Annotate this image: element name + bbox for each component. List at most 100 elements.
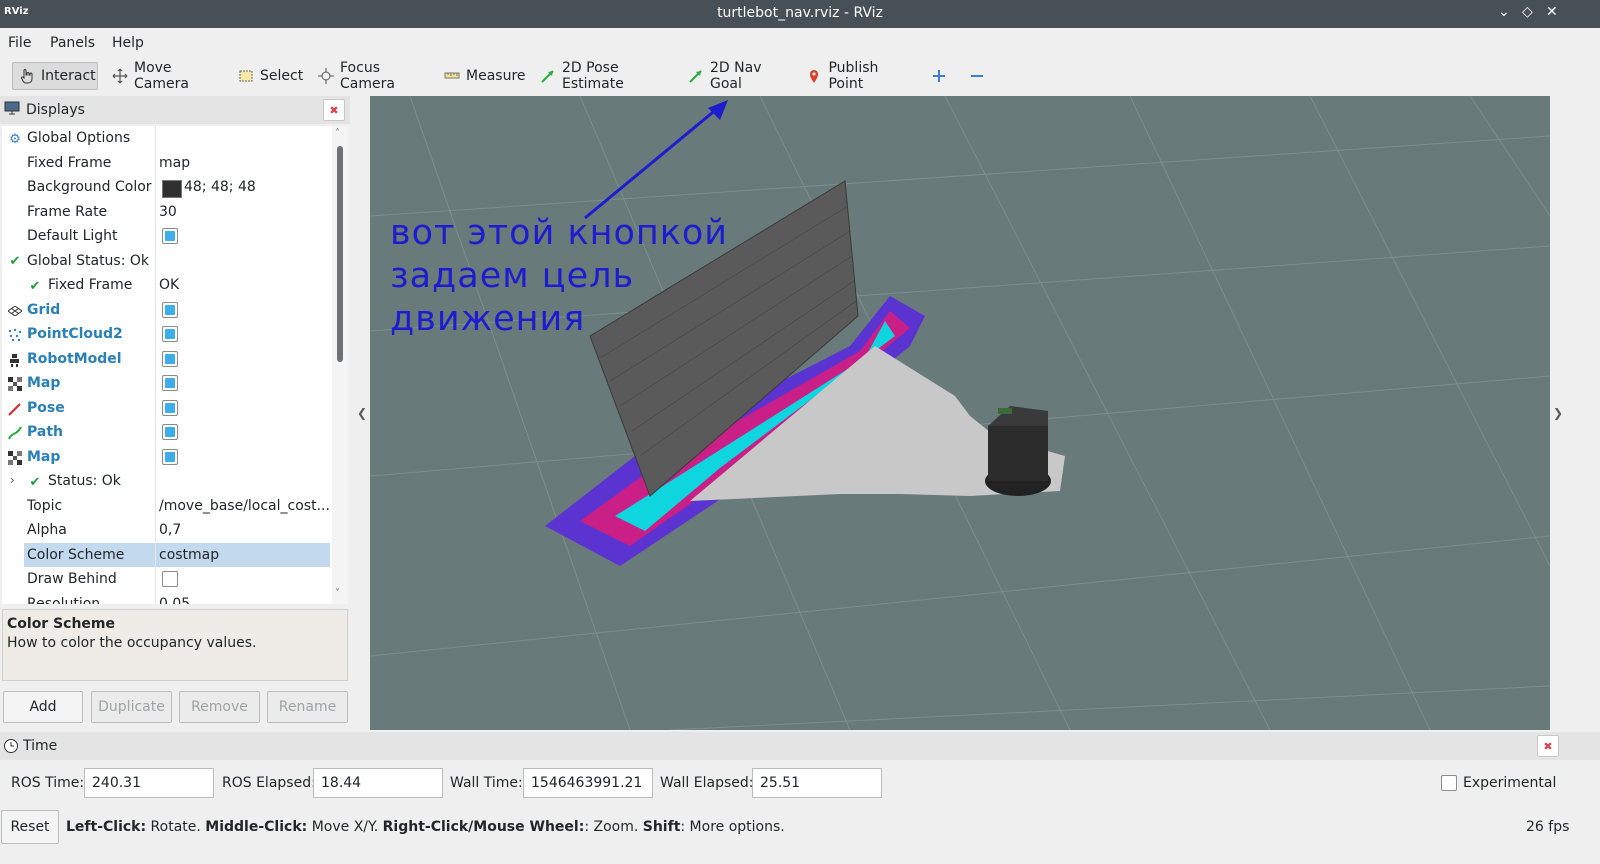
tree-row-grid[interactable]: Grid bbox=[2, 298, 332, 323]
robotmodel-checkbox[interactable] bbox=[162, 350, 178, 367]
minimize-icon[interactable]: ⌄ bbox=[1498, 4, 1510, 20]
tree-row-path[interactable]: Path bbox=[2, 420, 332, 445]
ros-elapsed-label: ROS Elapsed: bbox=[222, 775, 316, 791]
tree-row-fixed-frame[interactable]: Fixed Frame map bbox=[2, 151, 332, 176]
remove-display-button[interactable]: Remove bbox=[179, 691, 260, 723]
color-swatch[interactable] bbox=[162, 180, 182, 198]
chevron-left-icon: ❮ bbox=[356, 406, 368, 420]
maximize-icon[interactable]: ◇ bbox=[1522, 4, 1533, 20]
tree-row-map-status[interactable]: › ✔ Status: Ok bbox=[2, 469, 332, 494]
menu-file[interactable]: File bbox=[8, 35, 31, 51]
hand-pointer-icon bbox=[19, 67, 35, 85]
time-title: Time bbox=[23, 738, 58, 754]
remove-tool-button[interactable] bbox=[964, 62, 990, 90]
tree-row-map[interactable]: Map bbox=[2, 371, 332, 396]
tree-row-pointcloud2[interactable]: PointCloud2 bbox=[2, 322, 332, 347]
close-window-icon[interactable]: ✕ bbox=[1546, 4, 1558, 20]
tree-row-resolution[interactable]: Resolution 0.05 bbox=[2, 592, 332, 605]
minus-icon bbox=[970, 67, 984, 85]
render-viewport[interactable] bbox=[370, 96, 1550, 730]
chevron-up-icon[interactable]: ˄ bbox=[335, 128, 340, 139]
measure-tool-button[interactable]: Measure bbox=[438, 62, 528, 90]
pointcloud2-checkbox[interactable] bbox=[162, 326, 178, 342]
collapse-left-panel-handle[interactable]: ❮ bbox=[354, 96, 370, 730]
focus-camera-label: Focus Camera bbox=[340, 60, 395, 92]
measure-label: Measure bbox=[466, 68, 526, 84]
experimental-checkbox[interactable] bbox=[1441, 775, 1457, 791]
map-checkbox[interactable] bbox=[162, 375, 178, 391]
nav-goal-label: 2D Nav Goal bbox=[710, 60, 762, 92]
time-panel-header: Time ✖ bbox=[0, 732, 1600, 760]
map-local-checkbox[interactable] bbox=[162, 448, 178, 465]
tool-bar: Interact Move Camera Select Focus Camera… bbox=[0, 58, 1600, 94]
pointcloud-icon bbox=[7, 327, 23, 343]
2d-pose-estimate-tool-button[interactable]: 2D Pose Estimate bbox=[534, 60, 676, 92]
ros-elapsed-field[interactable]: 18.44 bbox=[313, 768, 443, 798]
wall-elapsed-field[interactable]: 25.51 bbox=[752, 768, 882, 798]
menu-bar: File Panels Help bbox=[0, 28, 1600, 58]
draw-behind-checkbox[interactable] bbox=[162, 571, 178, 587]
pose-arrow-icon bbox=[7, 401, 23, 417]
add-display-button[interactable]: Add bbox=[3, 691, 83, 723]
displays-title: Displays bbox=[26, 102, 85, 118]
default-light-checkbox[interactable] bbox=[162, 228, 178, 244]
ruler-icon bbox=[444, 67, 460, 85]
checkmark-icon: ✔ bbox=[29, 278, 41, 294]
menu-help[interactable]: Help bbox=[112, 35, 144, 51]
tree-row-color-scheme[interactable]: Color Scheme costmap bbox=[2, 542, 332, 568]
interact-tool-button[interactable]: Interact bbox=[12, 62, 98, 90]
property-help-box: Color Scheme How to color the occupancy … bbox=[2, 609, 348, 681]
clock-icon bbox=[3, 738, 19, 758]
map-icon bbox=[7, 376, 23, 392]
tree-row-default-light[interactable]: Default Light bbox=[2, 224, 332, 249]
select-tool-button[interactable]: Select bbox=[232, 62, 306, 90]
status-bar: Reset Left-Click: Rotate. Middle-Click: … bbox=[0, 806, 1600, 850]
tree-row-draw-behind[interactable]: Draw Behind bbox=[2, 567, 332, 592]
tree-row-global-status[interactable]: ✔ Global Status: Ok bbox=[2, 249, 332, 274]
chevron-right-icon: ❯ bbox=[1552, 406, 1564, 420]
close-displays-panel-button[interactable]: ✖ bbox=[323, 99, 345, 121]
wall-time-label: Wall Time: bbox=[450, 775, 523, 791]
scrollbar-thumb[interactable] bbox=[337, 146, 343, 362]
add-tool-button[interactable] bbox=[926, 62, 952, 90]
pose-estimate-arrow-icon bbox=[540, 67, 556, 85]
chevron-down-icon[interactable]: ˅ bbox=[335, 588, 340, 599]
pose-checkbox[interactable] bbox=[162, 399, 178, 416]
tree-row-background-color[interactable]: Background Color 48; 48; 48 bbox=[2, 175, 332, 200]
move-camera-icon bbox=[112, 67, 128, 85]
tree-row-map-local[interactable]: Map bbox=[2, 445, 332, 470]
tree-row-global-options[interactable]: ⚙ Global Options bbox=[2, 126, 332, 151]
close-time-panel-button[interactable]: ✖ bbox=[1537, 735, 1559, 757]
displays-panel-header: Displays bbox=[0, 96, 350, 124]
robot-icon bbox=[7, 352, 23, 368]
publish-point-tool-button[interactable]: Publish Point bbox=[800, 60, 916, 92]
wall-time-field[interactable]: 1546463991.21 bbox=[523, 768, 653, 798]
tree-row-robotmodel[interactable]: RobotModel bbox=[2, 347, 332, 372]
path-checkbox[interactable] bbox=[162, 424, 178, 440]
tree-row-alpha[interactable]: Alpha 0,7 bbox=[2, 518, 332, 543]
gear-icon: ⚙ bbox=[9, 131, 21, 147]
tree-row-status-fixed-frame[interactable]: ✔ Fixed Frame OK bbox=[2, 273, 332, 298]
displays-scrollbar[interactable]: ˄ ˅ bbox=[332, 126, 348, 604]
checkmark-icon: ✔ bbox=[29, 474, 41, 490]
tree-row-topic[interactable]: Topic /move_base/local_cost... bbox=[2, 494, 332, 519]
tree-row-frame-rate[interactable]: Frame Rate 30 bbox=[2, 200, 332, 225]
2d-nav-goal-tool-button[interactable]: 2D Nav Goal bbox=[682, 60, 794, 92]
interact-label: Interact bbox=[41, 68, 96, 84]
move-camera-tool-button[interactable]: Move Camera bbox=[106, 60, 226, 92]
duplicate-display-button[interactable]: Duplicate bbox=[91, 691, 172, 723]
reset-button[interactable]: Reset bbox=[1, 810, 59, 844]
experimental-label: Experimental bbox=[1463, 775, 1557, 791]
chevron-right-icon[interactable]: › bbox=[10, 473, 15, 487]
ros-time-field[interactable]: 240.31 bbox=[84, 768, 214, 798]
map-icon bbox=[7, 450, 23, 466]
collapse-right-panel-handle[interactable]: ❯ bbox=[1550, 96, 1566, 730]
grid-checkbox[interactable] bbox=[162, 301, 178, 318]
time-fields-row: ROS Time: 240.31 ROS Elapsed: 18.44 Wall… bbox=[0, 760, 1600, 804]
rename-display-button[interactable]: Rename bbox=[267, 691, 348, 723]
window-title: turtlebot_nav.rviz - RViz bbox=[717, 5, 883, 21]
menu-panels[interactable]: Panels bbox=[50, 35, 95, 51]
focus-camera-tool-button[interactable]: Focus Camera bbox=[312, 60, 432, 92]
monitor-icon bbox=[4, 101, 20, 119]
tree-row-pose[interactable]: Pose bbox=[2, 396, 332, 421]
